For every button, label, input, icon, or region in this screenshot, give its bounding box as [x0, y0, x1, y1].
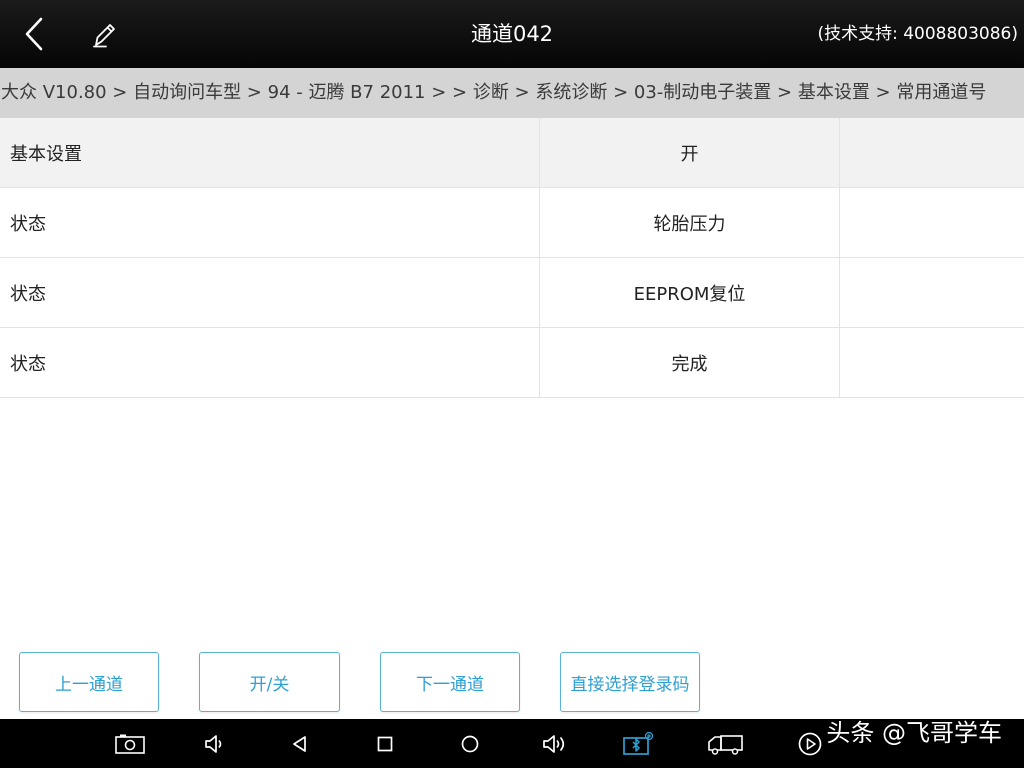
play-circle-icon	[798, 732, 822, 756]
volume-down-button[interactable]	[198, 727, 232, 761]
table-row[interactable]: 状态 完成	[0, 328, 1024, 398]
volume-down-icon	[205, 735, 222, 753]
vci-connection-button[interactable]	[621, 727, 655, 761]
screenshot-button[interactable]	[113, 727, 147, 761]
back-button[interactable]	[14, 14, 54, 54]
circle-home-icon	[461, 735, 479, 753]
media-button[interactable]	[793, 727, 827, 761]
chevron-left-icon	[25, 17, 43, 51]
row-value-cell: 轮胎压力	[540, 188, 840, 257]
vehicle-button[interactable]	[706, 727, 746, 761]
row-unit-cell	[840, 188, 1024, 257]
data-table: 基本设置 开 状态 轮胎压力 状态 EEPROM复位 状态 完成	[0, 118, 1024, 398]
volume-up-button[interactable]	[538, 727, 572, 761]
pencil-icon	[93, 24, 115, 48]
watermark: 头条 @飞哥学车	[826, 719, 1002, 747]
system-nav-bar: 头条 @飞哥学车	[0, 719, 1024, 768]
prev-channel-button[interactable]: 上一通道	[19, 652, 159, 712]
toggle-button[interactable]: 开/关	[199, 652, 340, 712]
row-value-cell: EEPROM复位	[540, 258, 840, 327]
camera-icon	[115, 734, 145, 754]
table-row[interactable]: 状态 轮胎压力	[0, 188, 1024, 258]
top-bar: 通道042 (技术支持: 4008803086)	[0, 0, 1024, 68]
triangle-back-icon	[293, 736, 306, 752]
header-name-cell: 基本设置	[0, 118, 540, 187]
next-channel-button[interactable]: 下一通道	[380, 652, 520, 712]
header-value-cell: 开	[540, 118, 840, 187]
row-unit-cell	[840, 258, 1024, 327]
nav-recents-button[interactable]	[368, 727, 402, 761]
table-header-row: 基本设置 开	[0, 118, 1024, 188]
volume-up-icon	[543, 735, 565, 753]
row-name-cell: 状态	[0, 258, 540, 327]
edit-button[interactable]	[84, 14, 124, 54]
breadcrumb: 大众 V10.80 > 自动询问车型 > 94 - 迈腾 B7 2011 > >…	[0, 68, 1024, 118]
bluetooth-vci-icon	[623, 731, 654, 755]
row-name-cell: 状态	[0, 328, 540, 397]
header-unit-cell	[840, 118, 1024, 187]
support-hotline: (技术支持: 4008803086)	[817, 24, 1018, 44]
nav-back-button[interactable]	[283, 727, 317, 761]
row-name-cell: 状态	[0, 188, 540, 257]
truck-icon	[708, 735, 743, 755]
select-login-code-button[interactable]: 直接选择登录码	[560, 652, 700, 712]
row-unit-cell	[840, 328, 1024, 397]
row-value-cell: 完成	[540, 328, 840, 397]
table-row[interactable]: 状态 EEPROM复位	[0, 258, 1024, 328]
nav-home-button[interactable]	[453, 727, 487, 761]
square-icon	[377, 736, 393, 752]
